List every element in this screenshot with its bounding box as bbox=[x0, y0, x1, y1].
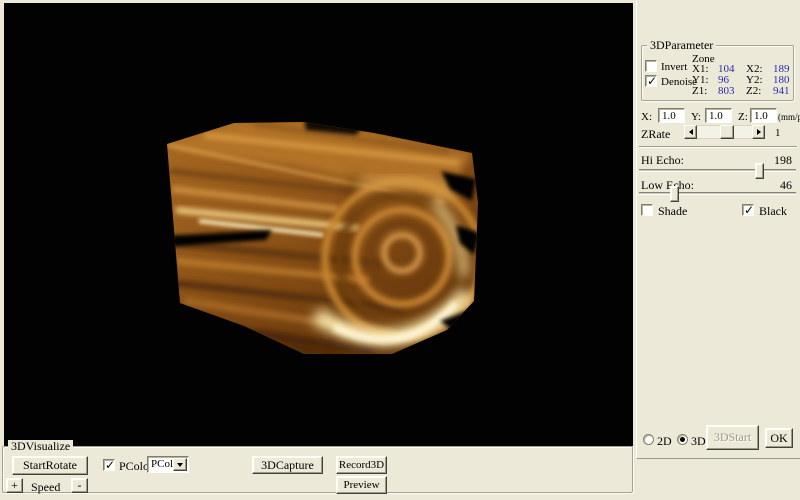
zrate-right-arrow-icon[interactable] bbox=[752, 125, 765, 139]
start-rotate-button[interactable]: StartRotate bbox=[12, 456, 88, 475]
y-scale-input[interactable] bbox=[705, 108, 732, 123]
z-scale-input[interactable] bbox=[750, 108, 777, 123]
low-echo-value: 46 bbox=[780, 179, 792, 191]
separator bbox=[639, 146, 797, 148]
zrate-left-arrow-icon[interactable] bbox=[684, 125, 697, 139]
zone-z2-value: 941 bbox=[773, 85, 790, 97]
black-label: Black bbox=[759, 205, 787, 217]
3dvisualize-group-title: 3DVisualize bbox=[8, 440, 73, 453]
3dparameter-group: 3DParameter Invert Denoise Zone X1: 104 … bbox=[641, 45, 794, 101]
2d-radio[interactable] bbox=[643, 434, 654, 445]
speed-plus-button[interactable]: + bbox=[6, 478, 23, 493]
3d-viewport[interactable] bbox=[4, 3, 633, 446]
volume-render bbox=[4, 3, 633, 446]
record3d-button[interactable]: Record3D bbox=[336, 456, 387, 474]
pcolor-dropdown-arrow-icon[interactable] bbox=[173, 458, 187, 471]
denoise-checkbox[interactable] bbox=[645, 75, 657, 87]
app-window: 3DParameter Invert Denoise Zone X1: 104 … bbox=[0, 0, 800, 500]
zrate-value: 1 bbox=[775, 127, 781, 139]
parameter-panel: 3DParameter Invert Denoise Zone X1: 104 … bbox=[636, 0, 800, 459]
preview-button[interactable]: Preview bbox=[336, 476, 387, 494]
zrate-label: ZRate bbox=[641, 128, 670, 140]
y-scale-label: Y: bbox=[691, 111, 701, 123]
scale-unit-label: (mm/p) bbox=[778, 111, 800, 123]
3dparameter-group-title: 3DParameter bbox=[647, 39, 716, 52]
zrate-thumb[interactable] bbox=[720, 125, 734, 139]
low-echo-thumb[interactable] bbox=[670, 186, 679, 202]
ok-button[interactable]: OK bbox=[765, 428, 793, 448]
3dcapture-button[interactable]: 3DCapture bbox=[252, 456, 323, 474]
hi-echo-value: 198 bbox=[774, 154, 792, 166]
hi-echo-thumb[interactable] bbox=[755, 163, 764, 179]
low-echo-slider[interactable] bbox=[639, 192, 796, 195]
speed-minus-button[interactable]: - bbox=[71, 478, 88, 493]
zone-z1-value: 803 bbox=[718, 85, 735, 97]
3dvisualize-group: 3DVisualize StartRotate + Speed - PColor… bbox=[2, 446, 633, 493]
speed-label: Speed bbox=[31, 481, 60, 493]
zone-z2-label: Z2: bbox=[746, 85, 761, 97]
zone-z1-label: Z1: bbox=[692, 85, 707, 97]
hi-echo-label: Hi Echo: bbox=[641, 154, 684, 166]
black-checkbox[interactable] bbox=[742, 204, 754, 216]
zrate-scrollbar[interactable] bbox=[684, 125, 765, 139]
low-echo-label: Low Echo: bbox=[641, 179, 694, 191]
hi-echo-slider[interactable] bbox=[639, 169, 796, 172]
x-scale-label: X: bbox=[641, 111, 652, 123]
z-scale-label: Z: bbox=[738, 111, 748, 123]
pcolor-checkbox[interactable] bbox=[103, 459, 115, 471]
2d-radio-label: 2D bbox=[657, 435, 672, 447]
invert-checkbox[interactable] bbox=[645, 60, 657, 72]
x-scale-input[interactable] bbox=[658, 108, 685, 123]
invert-label: Invert bbox=[661, 61, 687, 73]
shade-label: Shade bbox=[658, 205, 687, 217]
pcolor-dropdown[interactable]: PColor bbox=[147, 456, 189, 473]
3d-radio-label: 3D bbox=[691, 435, 706, 447]
3d-radio[interactable] bbox=[677, 434, 688, 445]
3dstart-button[interactable]: 3DStart bbox=[706, 425, 759, 450]
shade-checkbox[interactable] bbox=[641, 204, 653, 216]
